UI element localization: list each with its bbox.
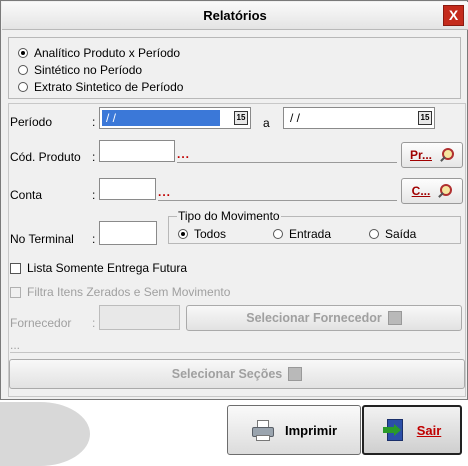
terminal-label: No Terminal bbox=[10, 232, 74, 246]
report-type-group: Analítico Produto x Período Sintético no… bbox=[8, 37, 461, 99]
radio-entrada[interactable]: Entrada bbox=[273, 227, 331, 241]
select-sections-label: Selecionar Seções bbox=[171, 367, 283, 381]
radio-saida[interactable]: Saída bbox=[369, 227, 416, 241]
account-description-line bbox=[158, 200, 397, 201]
select-supplier-button[interactable]: Selecionar Fornecedor bbox=[186, 305, 462, 331]
account-input[interactable] bbox=[99, 178, 156, 200]
radio-todos[interactable]: Todos bbox=[178, 227, 226, 241]
select-supplier-label: Selecionar Fornecedor bbox=[246, 311, 382, 325]
terminal-input[interactable] bbox=[99, 221, 157, 245]
magnifier-icon bbox=[438, 147, 454, 163]
period-start-input[interactable]: / / 15 bbox=[99, 107, 251, 129]
radio-analitico[interactable]: Analítico Produto x Período bbox=[18, 46, 180, 60]
magnifier-icon bbox=[436, 183, 453, 199]
close-button[interactable]: X bbox=[443, 5, 464, 26]
checkbox-box bbox=[10, 286, 21, 298]
report-dialog: Relatórios X Analítico Produto x Período… bbox=[0, 0, 468, 400]
calendar-icon[interactable]: 15 bbox=[234, 111, 248, 125]
calendar-icon[interactable]: 15 bbox=[418, 111, 432, 125]
fornecedor-colon: : bbox=[92, 316, 96, 330]
print-label: Imprimir bbox=[284, 422, 337, 438]
radio-dot bbox=[18, 48, 28, 58]
product-description-line bbox=[177, 162, 397, 163]
period-start-value: / / bbox=[102, 110, 220, 126]
supplier-description-line bbox=[10, 352, 460, 353]
radio-sintetico[interactable]: Sintético no Período bbox=[18, 63, 142, 77]
cod-produto-label: Cód. Produto bbox=[10, 150, 81, 164]
period-separator: a bbox=[263, 116, 270, 130]
product-dots: ... bbox=[177, 147, 191, 161]
conta-label: Conta bbox=[10, 188, 43, 202]
conta-colon: : bbox=[92, 188, 96, 202]
period-end-value: / / bbox=[290, 111, 301, 125]
fornecedor-label: Fornecedor bbox=[10, 316, 72, 330]
exit-label: Sair bbox=[416, 422, 442, 438]
print-button[interactable]: Imprimir bbox=[227, 405, 361, 455]
periodo-label: Período bbox=[10, 115, 53, 129]
terminal-colon: : bbox=[92, 232, 96, 246]
account-dots: ... bbox=[158, 185, 172, 199]
radio-dot bbox=[18, 65, 28, 75]
window-title: Relatórios bbox=[203, 8, 267, 23]
radio-dot bbox=[178, 229, 188, 239]
select-sections-button[interactable]: Selecionar Seções bbox=[9, 359, 465, 389]
product-code-input[interactable] bbox=[99, 140, 175, 162]
entrega-futura-checkbox[interactable]: Lista Somente Entrega Futura bbox=[10, 261, 187, 275]
search-product-label: Pr... bbox=[409, 148, 432, 162]
search-account-button[interactable]: C... bbox=[401, 178, 463, 204]
cod-produto-colon: : bbox=[92, 150, 96, 164]
supplier-dots: ... bbox=[10, 338, 21, 352]
periodo-colon: : bbox=[92, 115, 96, 129]
printer-icon bbox=[251, 419, 275, 441]
sections-icon bbox=[288, 367, 303, 381]
supplier-icon bbox=[387, 311, 402, 325]
period-end-input[interactable]: / / 15 bbox=[283, 107, 435, 129]
supplier-input[interactable] bbox=[99, 305, 180, 330]
radio-extrato[interactable]: Extrato Sintetico de Período bbox=[18, 80, 183, 94]
search-product-button[interactable]: Pr... bbox=[401, 142, 463, 168]
exit-button[interactable]: Sair bbox=[362, 405, 462, 455]
radio-dot bbox=[18, 82, 28, 92]
search-account-label: C... bbox=[411, 184, 431, 198]
itens-zerados-checkbox[interactable]: Filtra Itens Zerados e Sem Movimento bbox=[10, 285, 230, 299]
radio-dot bbox=[273, 229, 283, 239]
exit-door-icon bbox=[382, 418, 407, 442]
movement-type-label: Tipo do Movimento bbox=[177, 209, 281, 223]
radio-dot bbox=[369, 229, 379, 239]
checkbox-box bbox=[10, 262, 21, 274]
title-bar: Relatórios X bbox=[2, 2, 468, 30]
